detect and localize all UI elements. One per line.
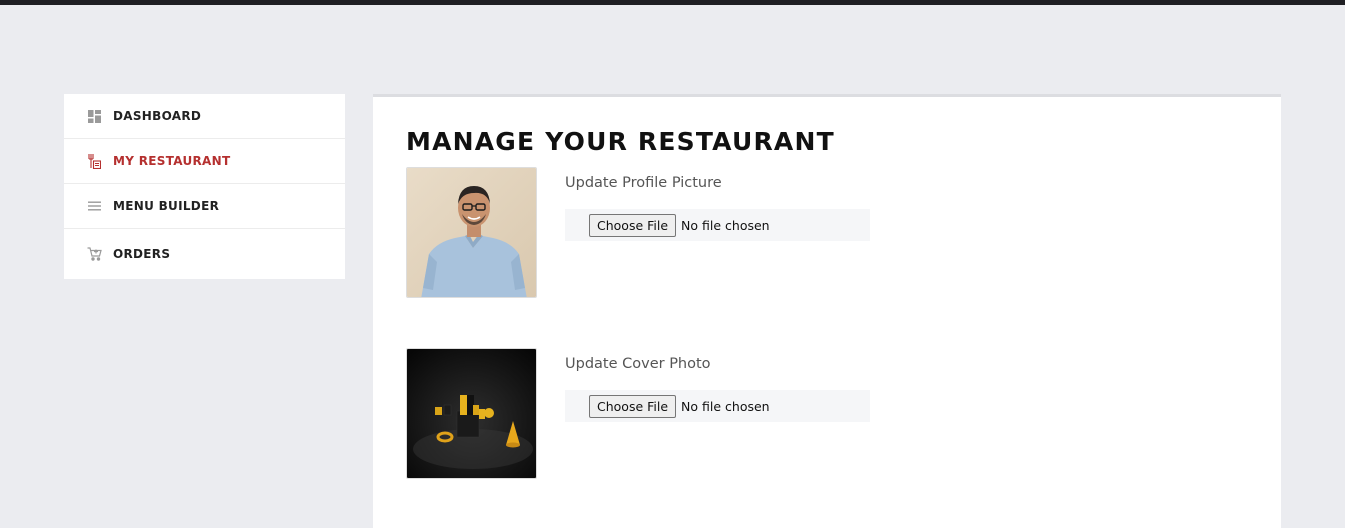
dashboard-icon [86, 108, 102, 124]
profile-picture-label: Update Profile Picture [565, 175, 722, 191]
sidebar-item-label: DASHBOARD [113, 109, 202, 123]
top-bar [0, 0, 1345, 5]
choose-file-button[interactable]: Choose File [589, 394, 677, 418]
profile-file-input[interactable]: Choose File No file chosen [565, 209, 870, 241]
choose-file-button[interactable]: Choose File [589, 213, 677, 237]
sidebar-item-label: ORDERS [113, 247, 171, 261]
sidebar-item-dashboard[interactable]: DASHBOARD [64, 94, 345, 139]
cover-photo [406, 348, 537, 479]
file-status: No file chosen [681, 217, 770, 233]
sidebar-item-label: MENU BUILDER [113, 199, 220, 213]
page-title: MANAGE YOUR RESTAURANT [406, 127, 835, 156]
sidebar-item-label: MY RESTAURANT [113, 154, 231, 168]
restaurant-icon [86, 153, 102, 169]
main-panel: MANAGE YOUR RESTAURANT Update Profile Pi… [373, 94, 1281, 528]
cover-photo-label: Update Cover Photo [565, 356, 711, 372]
sidebar: DASHBOARD MY RESTAURANT MENU BUILDER ORD… [64, 94, 345, 279]
sidebar-item-my-restaurant[interactable]: MY RESTAURANT [64, 139, 345, 184]
cart-icon [86, 246, 102, 262]
menu-lines-icon [86, 198, 102, 214]
sidebar-item-orders[interactable]: ORDERS [64, 229, 345, 279]
file-status: No file chosen [681, 398, 770, 414]
cover-file-input[interactable]: Choose File No file chosen [565, 390, 870, 422]
sidebar-item-menu-builder[interactable]: MENU BUILDER [64, 184, 345, 229]
profile-picture [406, 167, 537, 298]
